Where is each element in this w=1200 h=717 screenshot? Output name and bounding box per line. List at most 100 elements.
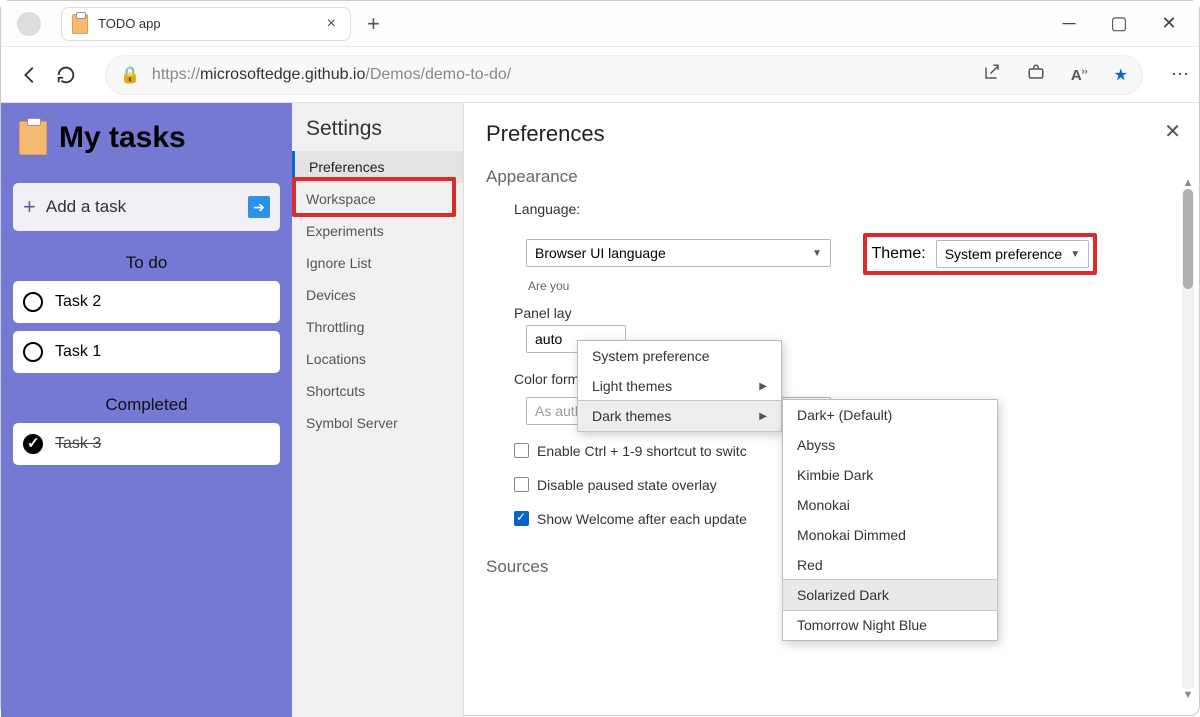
window-close-button[interactable]: ✕ (1161, 16, 1177, 32)
window-minimize-button[interactable]: ─ (1061, 16, 1077, 32)
task-label: Task 3 (55, 435, 101, 453)
edit-page-icon[interactable] (983, 63, 1001, 86)
checkbox-label: Show Welcome after each update (537, 511, 747, 527)
menu-item-label: Kimbie Dark (797, 467, 873, 483)
url-display: https://microsoftedge.github.io/Demos/de… (152, 66, 511, 84)
menu-item-dark-themes[interactable]: Dark themes ▶ (577, 400, 782, 432)
profile-avatar-icon[interactable] (17, 12, 41, 36)
menu-item-tomorrow-night-blue[interactable]: Tomorrow Night Blue (783, 610, 997, 640)
task-label: Task 2 (55, 293, 101, 311)
settings-heading: Settings (292, 117, 463, 151)
clipboard-icon (19, 121, 47, 155)
task-circle-icon[interactable] (23, 342, 43, 362)
task-label: Task 1 (55, 343, 101, 361)
tab-favicon-icon (72, 14, 88, 34)
settings-sidebar: Settings Preferences Workspace Experimen… (292, 103, 464, 717)
add-task-input[interactable]: + Add a task ➔ (13, 183, 280, 231)
menu-item-dark-default[interactable]: Dark+ (Default) (783, 400, 997, 430)
dark-themes-submenu: Dark+ (Default) Abyss Kimbie Dark Monoka… (782, 399, 998, 641)
settings-item-shortcuts[interactable]: Shortcuts (292, 375, 463, 407)
todo-app-panel: My tasks + Add a task ➔ To do Task 2 Tas… (1, 103, 292, 717)
todo-section-label: To do (13, 253, 280, 273)
language-select[interactable]: Browser UI language ▼ (526, 239, 831, 267)
checkbox-icon[interactable] (514, 443, 529, 458)
panel-scrollbar[interactable]: ▲ ▼ (1181, 177, 1195, 701)
menu-item-label: Dark+ (Default) (797, 407, 892, 423)
app-title: My tasks (59, 121, 186, 155)
menu-item-abyss[interactable]: Abyss (783, 430, 997, 460)
menu-item-label: Dark themes (592, 408, 671, 424)
panel-title: Preferences (486, 121, 1177, 147)
checkbox-label: Disable paused state overlay (537, 477, 717, 493)
chevron-down-icon: ▼ (1070, 249, 1080, 260)
menu-item-monokai[interactable]: Monokai (783, 490, 997, 520)
new-tab-button[interactable]: + (367, 11, 380, 37)
menu-item-label: Red (797, 557, 823, 573)
scroll-thumb[interactable] (1183, 189, 1193, 289)
browser-tab[interactable]: TODO app × (61, 7, 351, 41)
menu-item-label: Monokai Dimmed (797, 527, 906, 543)
scroll-up-icon[interactable]: ▲ (1183, 177, 1194, 189)
scroll-track[interactable] (1182, 189, 1194, 689)
chevron-down-icon: ▼ (812, 248, 822, 259)
settings-item-symbol-server[interactable]: Symbol Server (292, 407, 463, 439)
tab-title: TODO app (98, 16, 313, 31)
menu-item-label: Tomorrow Night Blue (797, 617, 927, 633)
menu-item-kimbie-dark[interactable]: Kimbie Dark (783, 460, 997, 490)
close-panel-button[interactable]: ✕ (1164, 119, 1181, 144)
more-menu-button[interactable]: ⋯ (1171, 64, 1189, 85)
theme-select[interactable]: System preference ▼ (936, 240, 1089, 268)
close-tab-button[interactable]: × (323, 15, 340, 33)
theme-value: System preference (945, 246, 1063, 262)
menu-item-label: Monokai (797, 497, 850, 513)
refresh-button[interactable] (55, 64, 77, 86)
settings-item-devices[interactable]: Devices (292, 279, 463, 311)
task-done-icon[interactable] (23, 434, 43, 454)
settings-item-workspace[interactable]: Workspace (292, 183, 463, 215)
menu-item-solarized-dark[interactable]: Solarized Dark (782, 579, 998, 611)
completed-section-label: Completed (13, 395, 280, 415)
checkbox-checked-icon[interactable] (514, 511, 529, 526)
task-item[interactable]: Task 1 (13, 331, 280, 373)
settings-item-ignore-list[interactable]: Ignore List (292, 247, 463, 279)
back-button[interactable] (19, 64, 41, 86)
plus-icon: + (23, 194, 36, 220)
settings-item-experiments[interactable]: Experiments (292, 215, 463, 247)
task-item[interactable]: Task 2 (13, 281, 280, 323)
menu-item-system-preference[interactable]: System preference (578, 341, 781, 371)
language-value: Browser UI language (535, 245, 666, 261)
read-aloud-icon[interactable]: A›› (1071, 66, 1088, 84)
task-circle-icon[interactable] (23, 292, 43, 312)
theme-dropdown-menu: System preference Light themes ▶ Dark th… (577, 340, 782, 432)
window-maximize-button[interactable]: ▢ (1111, 16, 1127, 32)
checkbox-icon[interactable] (514, 477, 529, 492)
language-label: Language: (514, 201, 1177, 217)
panel-layout-label: Panel lay (514, 305, 572, 321)
menu-item-red[interactable]: Red (783, 550, 997, 580)
highlight-theme-callout: Theme: System preference ▼ (863, 233, 1097, 275)
settings-item-throttling[interactable]: Throttling (292, 311, 463, 343)
lock-icon: 🔒 (120, 65, 140, 85)
window-title-bar: TODO app × + ─ ▢ ✕ (1, 1, 1199, 47)
checkbox-label: Enable Ctrl + 1-9 shortcut to switc (537, 443, 747, 459)
address-bar[interactable]: 🔒 https://microsoftedge.github.io/Demos/… (105, 55, 1143, 95)
briefcase-icon[interactable] (1027, 63, 1045, 86)
submit-task-button[interactable]: ➔ (248, 196, 270, 218)
page-content: My tasks + Add a task ➔ To do Task 2 Tas… (1, 103, 1199, 717)
panel-layout-value: auto (535, 331, 562, 347)
app-title-row: My tasks (13, 121, 280, 155)
favorite-star-icon[interactable]: ★ (1114, 65, 1128, 85)
menu-item-label: System preference (592, 348, 710, 364)
chevron-right-icon: ▶ (759, 381, 767, 392)
settings-item-preferences[interactable]: Preferences (292, 151, 463, 183)
menu-item-label: Light themes (592, 378, 672, 394)
menu-item-light-themes[interactable]: Light themes ▶ (578, 371, 781, 401)
chevron-right-icon: ▶ (759, 411, 767, 422)
menu-item-monokai-dimmed[interactable]: Monokai Dimmed (783, 520, 997, 550)
add-task-placeholder: Add a task (46, 197, 126, 217)
scroll-down-icon[interactable]: ▼ (1183, 689, 1194, 701)
settings-item-locations[interactable]: Locations (292, 343, 463, 375)
task-item-completed[interactable]: Task 3 (13, 423, 280, 465)
theme-label: Theme: (871, 245, 925, 263)
appearance-heading: Appearance (486, 167, 1177, 187)
